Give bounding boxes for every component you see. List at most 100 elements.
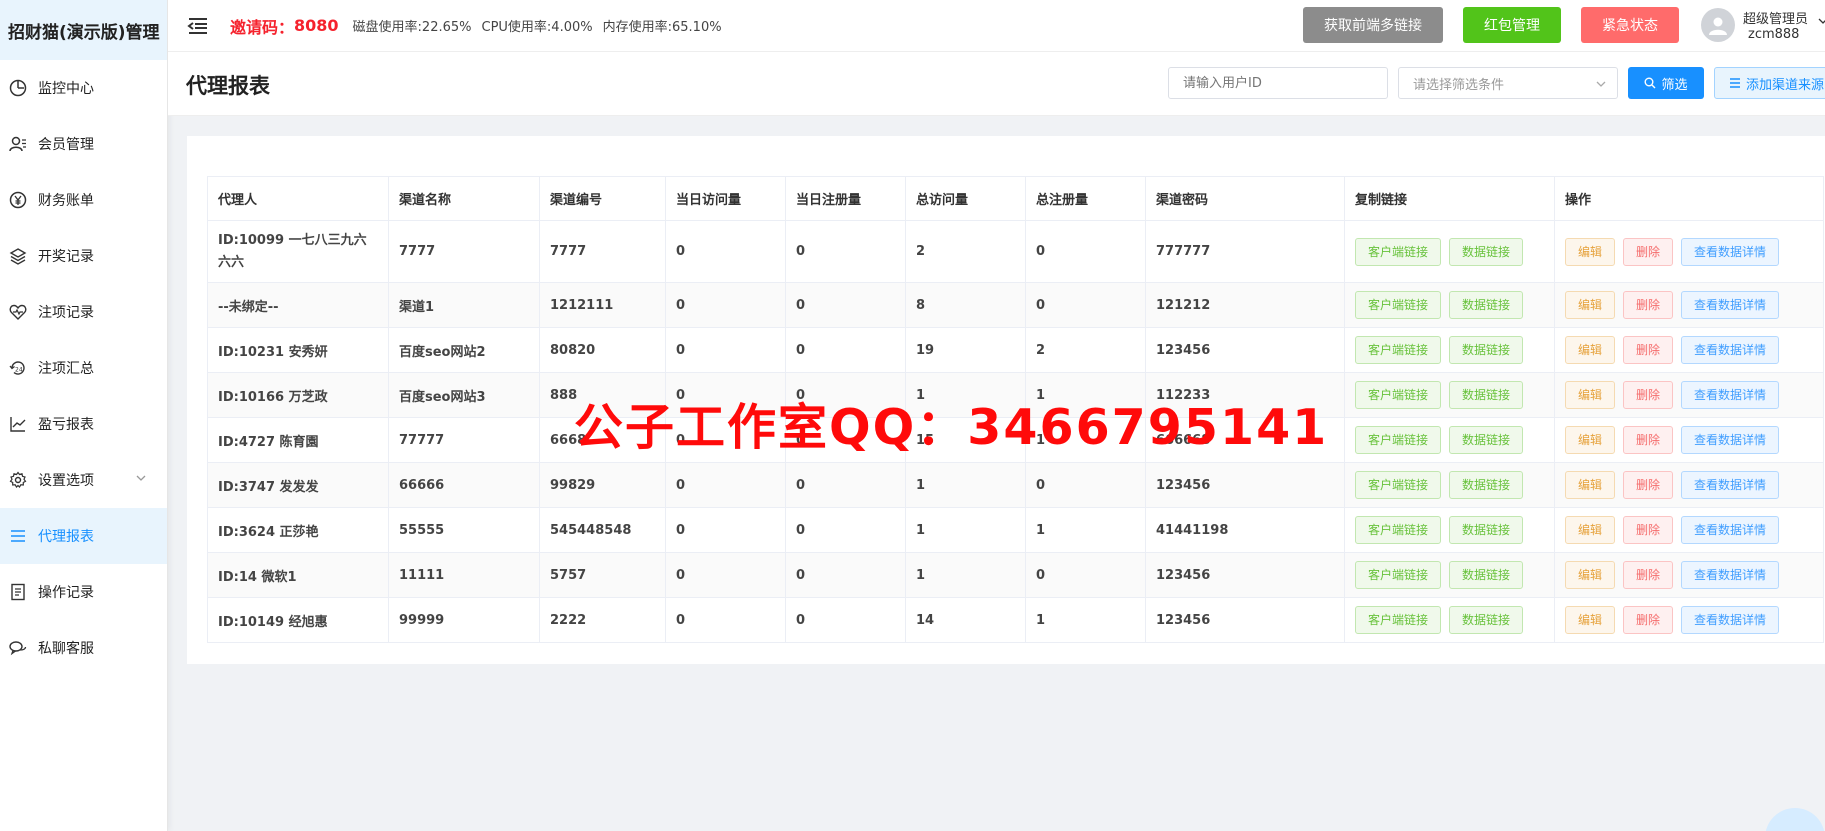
users-icon bbox=[8, 134, 28, 154]
col-total-regs: 总注册量 bbox=[1025, 176, 1146, 221]
edit-button[interactable]: 编辑 bbox=[1565, 471, 1616, 499]
menu-toggle-icon[interactable] bbox=[186, 14, 210, 38]
password-cell: 41441198 bbox=[1145, 507, 1345, 553]
sidebar-item-settings[interactable]: 设置选项 bbox=[0, 452, 167, 508]
actions-cell: 编辑 删除 查看数据详情 bbox=[1554, 282, 1824, 328]
data-link-button[interactable]: 数据链接 bbox=[1449, 516, 1524, 544]
emergency-button[interactable]: 紧急状态 bbox=[1581, 7, 1679, 43]
copy-link-cell: 客户端链接 数据链接 bbox=[1344, 552, 1555, 598]
client-link-button[interactable]: 客户端链接 bbox=[1355, 237, 1442, 266]
filter-button[interactable]: 筛选 bbox=[1628, 67, 1704, 99]
filter-select[interactable]: 请选择筛选条件 bbox=[1398, 67, 1618, 99]
agent-cell: ID:4727 陈育園 bbox=[207, 417, 389, 463]
view-details-button[interactable]: 查看数据详情 bbox=[1681, 471, 1780, 499]
data-link-button[interactable]: 数据链接 bbox=[1449, 381, 1524, 409]
edit-button[interactable]: 编辑 bbox=[1565, 237, 1616, 266]
sidebar-item-agent-report[interactable]: 代理报表 bbox=[0, 508, 167, 564]
sidebar-item-bets[interactable]: 注项记录 bbox=[0, 284, 167, 340]
view-details-button[interactable]: 查看数据详情 bbox=[1681, 237, 1780, 266]
total-visits-cell: 2 bbox=[905, 220, 1026, 283]
sidebar-item-finance[interactable]: 财务账单 bbox=[0, 172, 167, 228]
delete-button[interactable]: 删除 bbox=[1623, 336, 1674, 364]
delete-button[interactable]: 删除 bbox=[1623, 291, 1674, 319]
col-password: 渠道密码 bbox=[1145, 176, 1345, 221]
total-visits-cell: 1 bbox=[905, 462, 1026, 508]
chevron-down-icon[interactable] bbox=[1818, 14, 1825, 30]
view-details-button[interactable]: 查看数据详情 bbox=[1681, 516, 1780, 544]
delete-button[interactable]: 删除 bbox=[1623, 426, 1674, 454]
client-link-button[interactable]: 客户端链接 bbox=[1355, 606, 1442, 634]
disk-usage: 磁盘使用率:22.65% bbox=[352, 20, 472, 35]
client-link-button[interactable]: 客户端链接 bbox=[1355, 291, 1442, 319]
view-details-button[interactable]: 查看数据详情 bbox=[1681, 336, 1780, 364]
get-links-button[interactable]: 获取前端多链接 bbox=[1303, 7, 1443, 43]
sidebar: 招财猫(演示版)管理 监控中心 会员管理 财务账单 开奖记录 注项记录 24 注… bbox=[0, 0, 168, 831]
data-link-button[interactable]: 数据链接 bbox=[1449, 237, 1524, 266]
chevron-down-icon bbox=[1595, 78, 1607, 94]
edit-button[interactable]: 编辑 bbox=[1565, 336, 1616, 364]
channel-name-cell: 7777 bbox=[388, 220, 540, 283]
actions-cell: 编辑 删除 查看数据详情 bbox=[1554, 327, 1824, 373]
client-link-button[interactable]: 客户端链接 bbox=[1355, 336, 1442, 364]
edit-button[interactable]: 编辑 bbox=[1565, 561, 1616, 589]
actions-cell: 编辑 删除 查看数据详情 bbox=[1554, 462, 1824, 508]
edit-button[interactable]: 编辑 bbox=[1565, 516, 1616, 544]
sidebar-item-bet-summary[interactable]: 24 注项汇总 bbox=[0, 340, 167, 396]
actions-cell: 编辑 删除 查看数据详情 bbox=[1554, 417, 1824, 463]
svg-text:24: 24 bbox=[15, 367, 23, 374]
edit-button[interactable]: 编辑 bbox=[1565, 291, 1616, 319]
data-link-button[interactable]: 数据链接 bbox=[1449, 426, 1524, 454]
sidebar-item-label: 会员管理 bbox=[38, 137, 94, 153]
total-regs-cell: 0 bbox=[1025, 462, 1146, 508]
sidebar-item-label: 盈亏报表 bbox=[38, 417, 94, 433]
sidebar-item-chat[interactable]: 私聊客服 bbox=[0, 620, 167, 676]
delete-button[interactable]: 删除 bbox=[1623, 516, 1674, 544]
delete-button[interactable]: 删除 bbox=[1623, 237, 1674, 266]
sidebar-item-profit[interactable]: 盈亏报表 bbox=[0, 396, 167, 452]
delete-button[interactable]: 删除 bbox=[1623, 471, 1674, 499]
sidebar-item-lottery[interactable]: 开奖记录 bbox=[0, 228, 167, 284]
today-visits-cell: 0 bbox=[665, 282, 786, 328]
channel-name-cell: 百度seo网站3 bbox=[388, 372, 540, 418]
delete-button[interactable]: 删除 bbox=[1623, 561, 1674, 589]
data-link-button[interactable]: 数据链接 bbox=[1449, 561, 1524, 589]
client-link-button[interactable]: 客户端链接 bbox=[1355, 516, 1442, 544]
channel-name-cell: 66666 bbox=[388, 462, 540, 508]
view-details-button[interactable]: 查看数据详情 bbox=[1681, 561, 1780, 589]
copy-link-cell: 客户端链接 数据链接 bbox=[1344, 220, 1555, 283]
client-link-button[interactable]: 客户端链接 bbox=[1355, 426, 1442, 454]
table-row: ID:14 微软1 11111 5757 0 0 1 0 123456 客户端链接 数据链接 编辑删… bbox=[207, 552, 1824, 598]
view-details-button[interactable]: 查看数据详情 bbox=[1681, 381, 1780, 409]
floating-help-button[interactable] bbox=[1765, 808, 1825, 831]
user-role[interactable]: 超级管理员 bbox=[1743, 8, 1808, 27]
client-link-button[interactable]: 客户端链接 bbox=[1355, 561, 1442, 589]
edit-button[interactable]: 编辑 bbox=[1565, 426, 1616, 454]
client-link-button[interactable]: 客户端链接 bbox=[1355, 471, 1442, 499]
view-details-button[interactable]: 查看数据详情 bbox=[1681, 606, 1780, 634]
sidebar-item-members[interactable]: 会员管理 bbox=[0, 116, 167, 172]
data-link-button[interactable]: 数据链接 bbox=[1449, 606, 1524, 634]
data-link-button[interactable]: 数据链接 bbox=[1449, 291, 1524, 319]
avatar[interactable] bbox=[1701, 8, 1735, 42]
table-row: ID:3747 发发发 66666 99829 0 0 1 0 123456 客户端链接 数据链接… bbox=[207, 462, 1824, 508]
password-cell: 121212 bbox=[1145, 282, 1345, 328]
red-packet-button[interactable]: 红包管理 bbox=[1463, 7, 1561, 43]
edit-button[interactable]: 编辑 bbox=[1565, 381, 1616, 409]
delete-button[interactable]: 删除 bbox=[1623, 606, 1674, 634]
sidebar-item-label: 注项汇总 bbox=[38, 361, 94, 377]
chat-icon bbox=[8, 638, 28, 658]
client-link-button[interactable]: 客户端链接 bbox=[1355, 381, 1442, 409]
table-row: ID:10149 经旭惠 99999 2222 0 0 14 1 123456 客户端链接 数据链… bbox=[207, 597, 1824, 643]
delete-button[interactable]: 删除 bbox=[1623, 381, 1674, 409]
edit-button[interactable]: 编辑 bbox=[1565, 606, 1616, 634]
data-link-button[interactable]: 数据链接 bbox=[1449, 471, 1524, 499]
sidebar-item-operation-log[interactable]: 操作记录 bbox=[0, 564, 167, 620]
view-details-button[interactable]: 查看数据详情 bbox=[1681, 291, 1780, 319]
channel-code-cell: 80820 bbox=[539, 327, 666, 373]
sidebar-item-monitor[interactable]: 监控中心 bbox=[0, 60, 167, 116]
total-regs-cell: 1 bbox=[1025, 597, 1146, 643]
user-id-input[interactable] bbox=[1168, 67, 1388, 99]
data-link-button[interactable]: 数据链接 bbox=[1449, 336, 1524, 364]
add-channel-button[interactable]: 添加渠道来源 bbox=[1714, 67, 1825, 99]
view-details-button[interactable]: 查看数据详情 bbox=[1681, 426, 1780, 454]
